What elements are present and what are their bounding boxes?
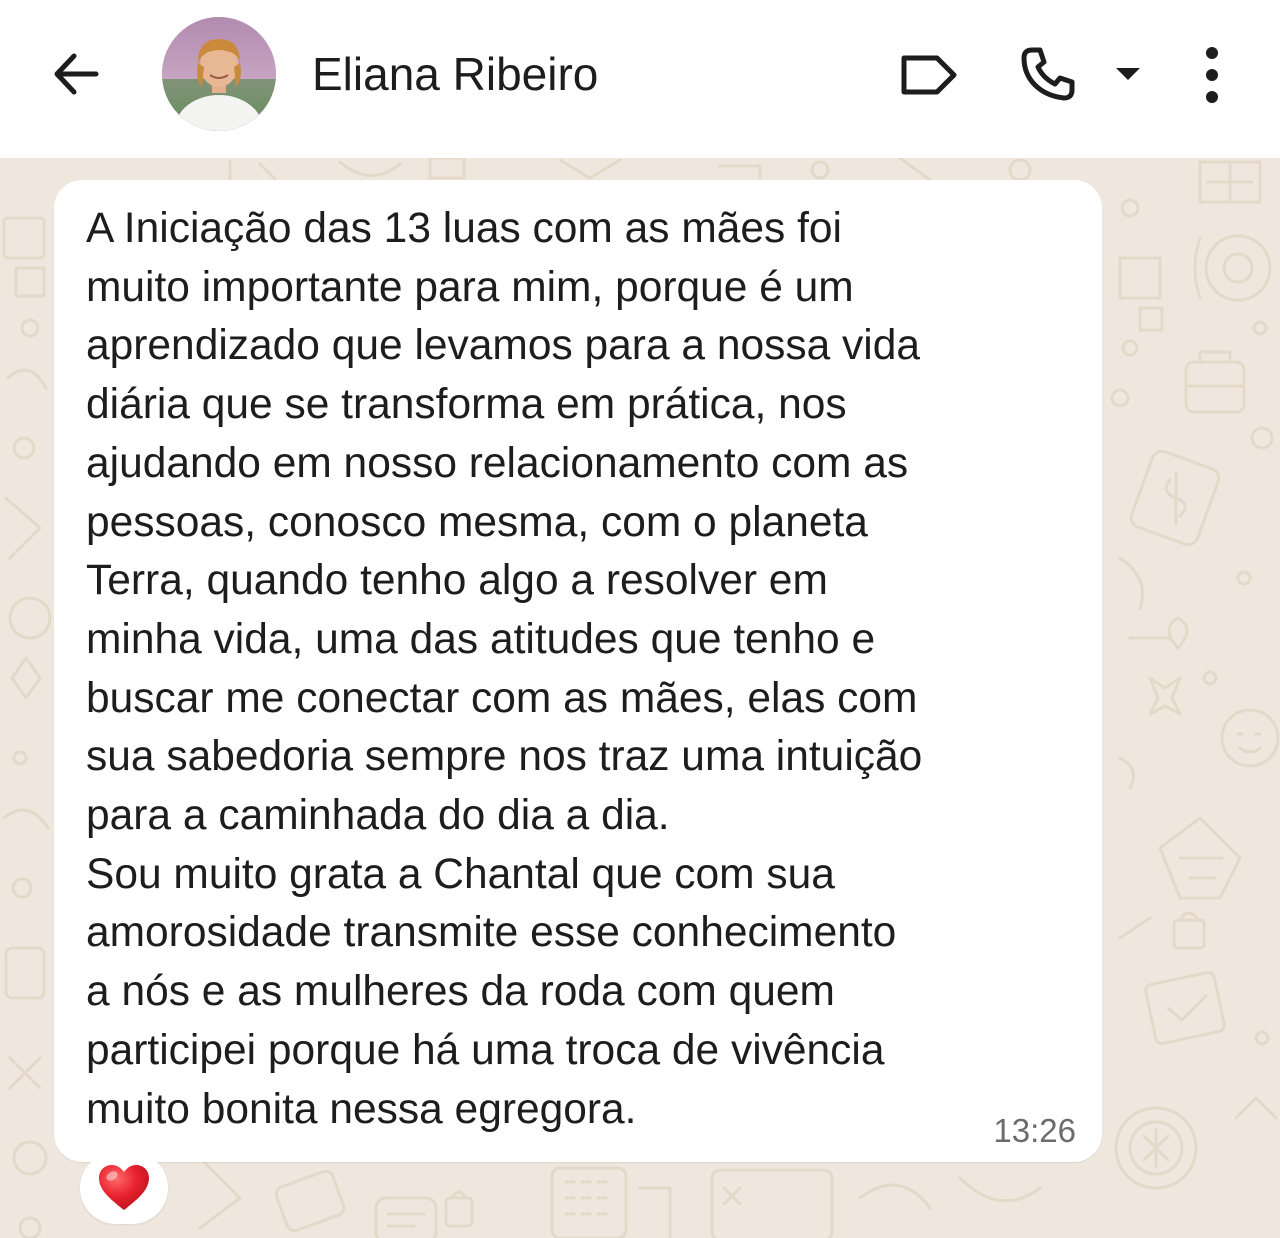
avatar-photo [162, 17, 276, 131]
call-options-dropdown[interactable] [1108, 58, 1148, 90]
contact-avatar[interactable] [162, 17, 276, 131]
label-tag-icon [901, 55, 957, 95]
back-button[interactable] [40, 38, 112, 110]
label-button[interactable] [896, 48, 962, 102]
message-text: A Iniciação das 13 luas com as mães foi … [86, 205, 923, 1133]
voice-call-button[interactable] [1014, 42, 1080, 108]
message-timestamp: 13:26 [993, 1112, 1076, 1149]
message-reaction[interactable] [80, 1152, 168, 1224]
caret-down-icon [1116, 68, 1140, 80]
arrow-left-icon [54, 53, 99, 95]
more-options-button[interactable] [1190, 40, 1234, 110]
message-bubble[interactable]: A Iniciação das 13 luas com as mães foi … [54, 180, 1102, 1162]
more-vertical-icon [1206, 47, 1218, 103]
phone-icon [1021, 47, 1075, 101]
chat-header: Eliana Ribeiro [0, 0, 1280, 158]
heart-icon [99, 1165, 149, 1210]
contact-name[interactable]: Eliana Ribeiro [312, 46, 598, 102]
